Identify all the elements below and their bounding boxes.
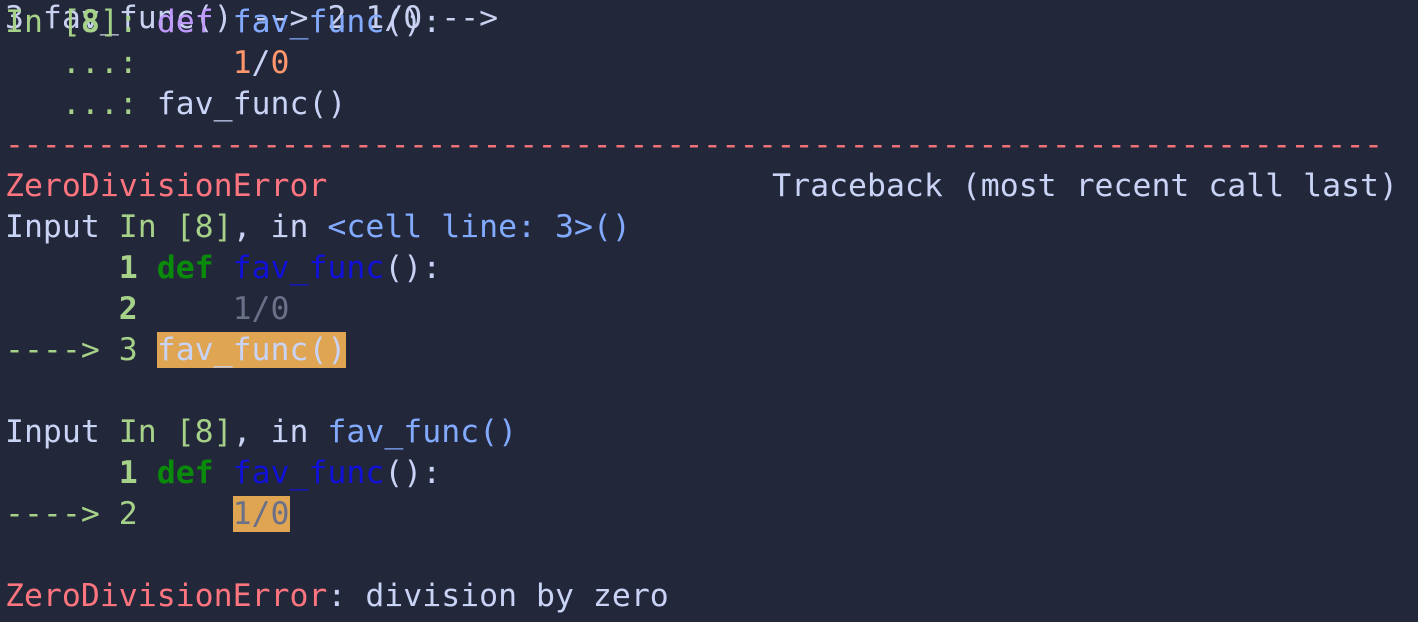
frame1-code-line-3: ----> 3 fav_func() (5, 330, 347, 371)
line-number: 1 (118, 455, 138, 491)
function-name: fav_func (232, 250, 385, 286)
line-number: 3 (118, 332, 138, 368)
current-line-arrow: ----> (5, 496, 100, 532)
prompt-in-close: ]: (99, 4, 157, 40)
code-expression: 1/0 (232, 291, 290, 327)
frame1-code-line-2: 2 1/0 (5, 289, 290, 330)
prompt-cell-number: 8 (80, 4, 100, 40)
frame1-code-line-1: 1 def fav_func(): (5, 248, 441, 289)
continuation-prompt: ...: (5, 86, 157, 122)
function-call: fav_func() (156, 86, 347, 122)
prompt-in-label: In [ (5, 4, 81, 40)
paren-colon: (): (384, 455, 442, 491)
line-number: 1 (118, 250, 138, 286)
current-line-arrow: ----> (5, 332, 100, 368)
frame2-input-prefix: Input (5, 414, 119, 450)
line-number: 2 (118, 291, 138, 327)
terminal-output: In [8]: def fav_func(): ...: 1/0 ...: fa… (0, 0, 1418, 622)
line-number: 2 (118, 496, 138, 532)
paren-colon: (): (384, 4, 442, 40)
number-zero: 0 (270, 45, 290, 81)
final-error-line: ZeroDivisionError: division by zero (5, 576, 669, 617)
input-prompt-line-1: In [8]: def fav_func(): (5, 2, 441, 43)
frame2-in-ref: In [8] (118, 414, 233, 450)
frame2-mid: , in (232, 414, 328, 450)
input-prompt-line-3: ...: fav_func() (5, 84, 346, 125)
frame1-mid: , in (232, 209, 328, 245)
frame1-in-ref: In [8] (118, 209, 233, 245)
function-name: fav_func (232, 4, 385, 40)
keyword-def: def (156, 4, 214, 40)
frame1-input-prefix: Input (5, 209, 119, 245)
division-operator: / (251, 45, 271, 81)
final-error-message: : division by zero (327, 578, 669, 614)
function-name: fav_func (232, 455, 385, 491)
frame2-location: fav_func() (327, 414, 518, 450)
frame1-header: Input In [8], in <cell line: 3>() (5, 207, 631, 248)
final-error-name: ZeroDivisionError (5, 578, 328, 614)
highlighted-call: fav_func() (156, 332, 347, 368)
continuation-prompt: ...: (5, 45, 157, 81)
input-prompt-line-2: ...: 1/0 (5, 43, 290, 84)
keyword-def: def (156, 250, 214, 286)
keyword-def: def (156, 455, 214, 491)
frame2-code-line-1: 1 def fav_func(): (5, 453, 441, 494)
frame2-code-line-2: ----> 2 1/0 (5, 494, 290, 535)
error-name: ZeroDivisionError (5, 168, 328, 204)
frame2-header: Input In [8], in fav_func() (5, 412, 517, 453)
traceback-separator: ----------------------------------------… (5, 127, 1383, 163)
traceback-header-text: Traceback (most recent call last) (772, 168, 1398, 204)
highlighted-expression: 1/0 (232, 496, 290, 532)
frame1-location: <cell line: 3>() (327, 209, 631, 245)
paren-colon: (): (384, 250, 442, 286)
traceback-header: ZeroDivisionError Traceback (most recent … (5, 166, 1408, 207)
number-one: 1 (232, 45, 252, 81)
